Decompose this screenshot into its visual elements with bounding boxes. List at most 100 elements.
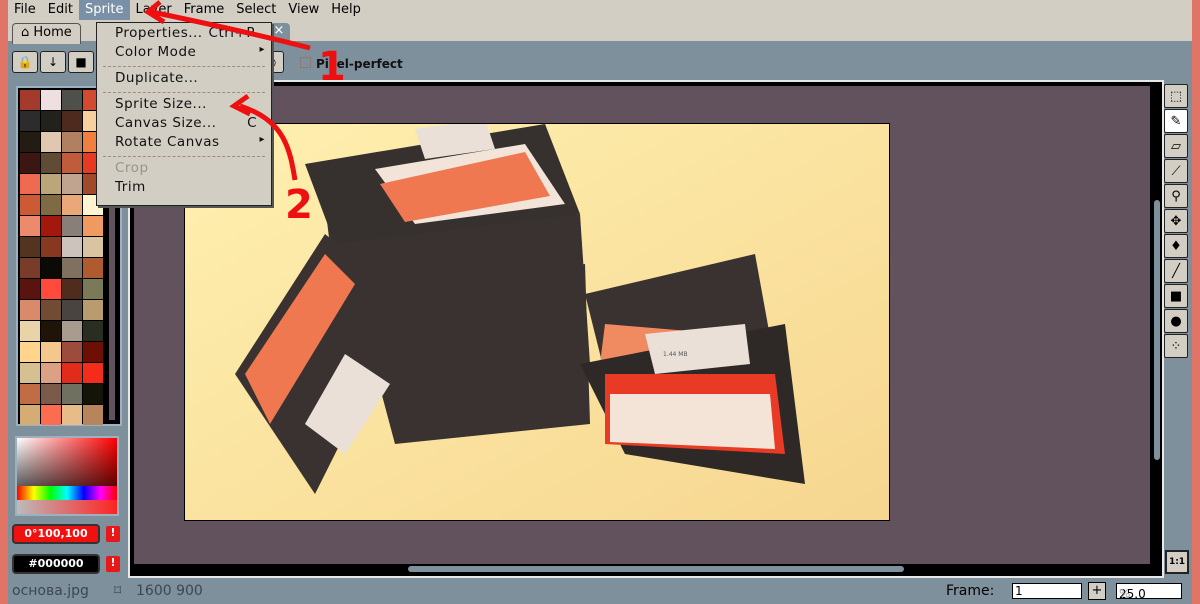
palette-swatch[interactable] [62, 237, 82, 257]
rectangular-marquee-icon[interactable]: ⬚ [1164, 84, 1188, 108]
palette-swatch[interactable] [83, 258, 103, 278]
palette-swatch[interactable] [41, 279, 61, 299]
palette-swatch[interactable] [62, 300, 82, 320]
palette-swatch[interactable] [20, 384, 40, 404]
paint-bucket-icon[interactable]: ♦ [1164, 234, 1188, 258]
menu-item-properties[interactable]: Properties... Ctrl+P [97, 25, 271, 44]
palette-swatch[interactable] [20, 153, 40, 173]
palette-swatch[interactable] [83, 342, 103, 362]
rectangle-icon[interactable]: ■ [1164, 284, 1188, 308]
spray-icon[interactable]: ⁘ [1164, 334, 1188, 358]
palette-swatch[interactable] [62, 405, 82, 425]
arrow-down-icon[interactable]: ↓ [40, 51, 66, 73]
palette-swatch[interactable] [41, 363, 61, 383]
color-spectrum[interactable] [15, 436, 119, 516]
background-color-field[interactable]: #000000 [12, 554, 100, 574]
palette-swatch[interactable] [41, 300, 61, 320]
pencil-icon[interactable]: ✎ [1164, 109, 1188, 133]
palette-swatch[interactable] [62, 342, 82, 362]
palette-swatch[interactable] [20, 363, 40, 383]
move-icon[interactable]: ✥ [1164, 209, 1188, 233]
palette-swatch[interactable] [41, 216, 61, 236]
palette-swatch[interactable] [83, 363, 103, 383]
alpha-slider[interactable] [17, 500, 117, 514]
palette-swatch[interactable] [20, 90, 40, 110]
palette-swatch[interactable] [62, 384, 82, 404]
palette-swatch[interactable] [20, 258, 40, 278]
palette-swatch[interactable] [83, 237, 103, 257]
palette-swatch[interactable] [83, 321, 103, 341]
palette-swatch[interactable] [62, 363, 82, 383]
palette-swatch[interactable] [20, 237, 40, 257]
add-frame-button[interactable]: + [1088, 582, 1106, 600]
menu-sprite[interactable]: Sprite [78, 0, 130, 20]
menu-item-canvas-size[interactable]: Canvas Size... C [97, 115, 271, 134]
hue-slider[interactable] [17, 486, 117, 500]
palette-swatch[interactable] [41, 111, 61, 131]
menu-help[interactable]: Help [325, 0, 367, 20]
canvas-area[interactable]: 1.44 MB [134, 86, 1150, 564]
palette-swatch[interactable] [62, 321, 82, 341]
palette-swatch[interactable] [62, 111, 82, 131]
eraser-icon[interactable]: ▱ [1164, 134, 1188, 158]
palette-swatch[interactable] [20, 195, 40, 215]
palette-swatch[interactable] [41, 342, 61, 362]
menu-item-sprite-size[interactable]: Sprite Size... [97, 96, 271, 115]
menu-frame[interactable]: Frame [178, 0, 231, 20]
palette-swatch[interactable] [41, 405, 61, 425]
tab-home[interactable]: ⌂ Home [12, 23, 81, 44]
palette-swatch[interactable] [62, 279, 82, 299]
palette-swatch[interactable] [62, 258, 82, 278]
zoom-input[interactable]: 25.0% [1116, 583, 1182, 601]
lock-icon[interactable]: 🔒 [12, 51, 38, 73]
palette-swatch[interactable] [41, 195, 61, 215]
pixel-perfect-checkbox[interactable] [300, 57, 311, 68]
palette-swatch[interactable] [20, 174, 40, 194]
menu-item-crop[interactable]: Crop [97, 160, 271, 179]
foreground-warning-icon[interactable]: ! [106, 526, 120, 542]
palette-swatch[interactable] [83, 216, 103, 236]
palette-swatch[interactable] [20, 279, 40, 299]
vertical-scrollbar[interactable] [1154, 200, 1160, 460]
palette-swatch[interactable] [41, 174, 61, 194]
palette-swatch[interactable] [41, 321, 61, 341]
palette-swatch[interactable] [62, 195, 82, 215]
palette-swatch[interactable] [62, 90, 82, 110]
menu-item-duplicate[interactable]: Duplicate... [97, 70, 271, 89]
palette-swatch[interactable] [83, 300, 103, 320]
palette-swatch[interactable] [20, 216, 40, 236]
horizontal-scrollbar[interactable] [408, 566, 904, 572]
palette-swatch[interactable] [41, 132, 61, 152]
menu-item-color-mode[interactable]: Color Mode ▸ [97, 44, 271, 63]
palette-swatch[interactable] [62, 174, 82, 194]
menu-edit[interactable]: Edit [42, 0, 79, 20]
foreground-color-field[interactable]: 0°100,100 [12, 524, 100, 544]
menu-view[interactable]: View [282, 0, 325, 20]
folder-icon[interactable]: ■ [68, 51, 94, 73]
palette-swatch[interactable] [20, 342, 40, 362]
palette-swatch[interactable] [83, 405, 103, 425]
line-icon[interactable]: ╱ [1164, 259, 1188, 283]
palette-swatch[interactable] [20, 405, 40, 425]
menu-item-rotate-canvas[interactable]: Rotate Canvas ▸ [97, 134, 271, 153]
menu-layer[interactable]: Layer [130, 0, 178, 20]
palette-swatch[interactable] [83, 384, 103, 404]
palette-swatch[interactable] [20, 300, 40, 320]
palette-swatch[interactable] [20, 111, 40, 131]
zoom-reset-button[interactable]: 1:1 [1165, 550, 1189, 574]
palette-swatch[interactable] [41, 90, 61, 110]
menu-file[interactable]: File [8, 0, 42, 20]
palette-swatch[interactable] [20, 132, 40, 152]
ellipse-fill-icon[interactable]: ● [1164, 309, 1188, 333]
background-warning-icon[interactable]: ! [106, 556, 120, 572]
zoom-icon[interactable]: ⚲ [1164, 184, 1188, 208]
menu-item-trim[interactable]: Trim [97, 179, 271, 198]
palette-swatch[interactable] [62, 132, 82, 152]
palette-swatch[interactable] [62, 153, 82, 173]
eyedropper-icon[interactable]: ⟋ [1164, 159, 1188, 183]
palette-swatch[interactable] [41, 384, 61, 404]
menu-select[interactable]: Select [230, 0, 282, 20]
palette-swatch[interactable] [41, 258, 61, 278]
palette-swatch[interactable] [62, 216, 82, 236]
palette-swatch[interactable] [20, 321, 40, 341]
